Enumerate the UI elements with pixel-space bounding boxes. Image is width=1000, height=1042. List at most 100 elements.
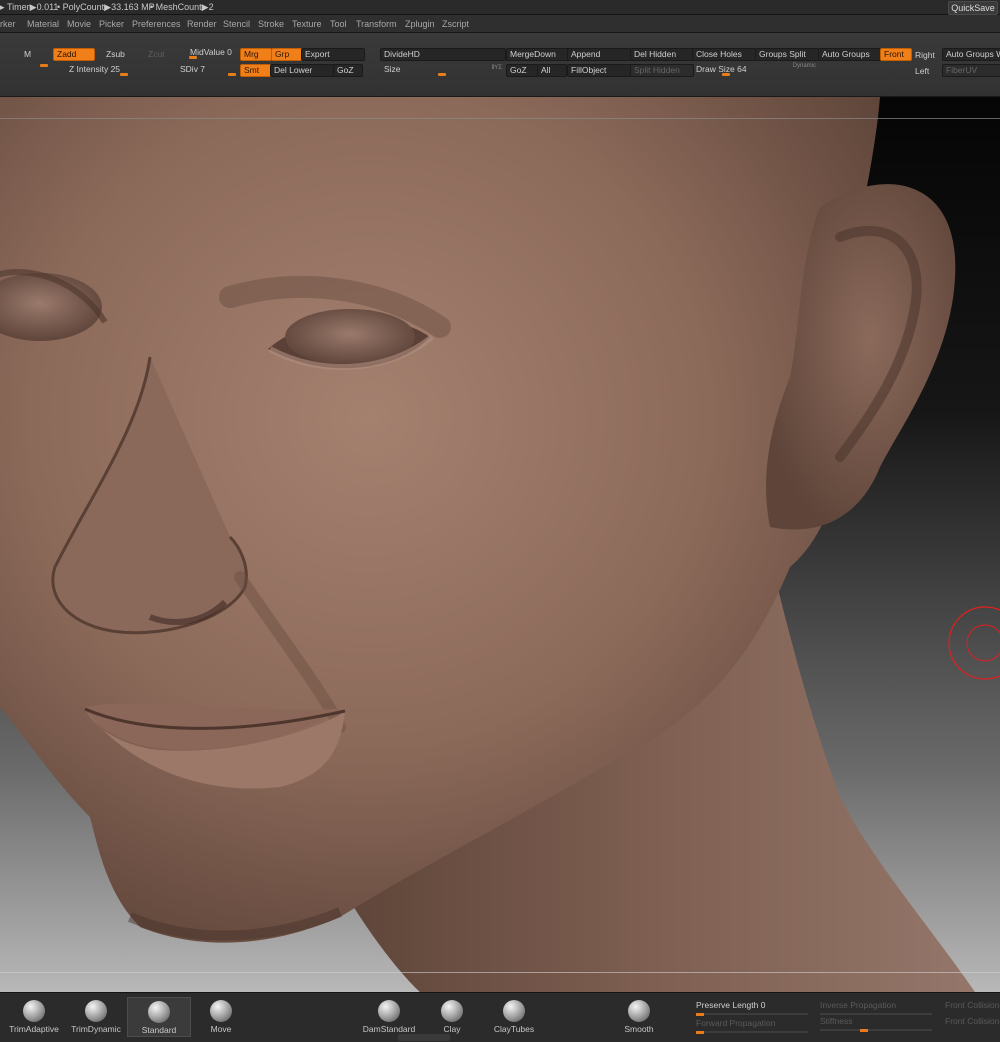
brush-smooth[interactable]: Smooth — [607, 997, 671, 1037]
auto-groups-button[interactable]: Auto Groups — [818, 48, 882, 61]
menu-item-stroke[interactable]: Stroke — [258, 19, 284, 29]
front-button[interactable]: Front — [880, 48, 912, 61]
brush-trimadaptive[interactable]: TrimAdaptive — [2, 997, 66, 1037]
slider-track — [696, 1013, 808, 1015]
menu-item-zscript[interactable]: Zscript — [442, 19, 469, 29]
brush-cursor-inner — [966, 624, 1000, 662]
brush-label: Move — [210, 1024, 232, 1034]
quicksave-button[interactable]: QuickSave — [948, 1, 998, 15]
brush-claytubes[interactable]: ClayTubes — [482, 997, 546, 1037]
dynamic-label[interactable]: Dynamic — [793, 63, 816, 69]
zcut-button[interactable]: Zcut — [148, 49, 165, 59]
dividehd-button[interactable]: DivideHD — [380, 48, 506, 61]
menu-item-picker[interactable]: Picker — [99, 19, 124, 29]
status-polycount: • PolyCount▶33.163 MP — [57, 2, 155, 12]
brush-move[interactable]: Move — [189, 997, 253, 1037]
right-button[interactable]: Right — [915, 50, 935, 60]
mrg-button[interactable]: Mrg — [240, 48, 272, 61]
all-button[interactable]: All — [537, 64, 567, 77]
slider-track — [696, 1031, 808, 1033]
menu-item-tool[interactable]: Tool — [330, 19, 347, 29]
slider-thumb — [696, 1013, 704, 1016]
brush-label: TrimAdaptive — [9, 1024, 59, 1034]
slider-thumb — [120, 73, 128, 76]
brush-label: TrimDynamic — [71, 1024, 121, 1034]
brush-label: Standard — [141, 1025, 177, 1035]
front-collision-slider[interactable]: Front Collision — [945, 1000, 1000, 1012]
stiffness-label: Stiffness — [820, 1016, 853, 1026]
slider-thumb — [40, 64, 48, 67]
size-slider[interactable]: Size ⅡΥΣ — [380, 63, 504, 77]
preserve-length-slider[interactable]: Preserve Length 0 — [696, 1000, 808, 1016]
menu-item-transform[interactable]: Transform — [356, 19, 397, 29]
brush-icon — [148, 1001, 170, 1023]
front-collision-slider-2[interactable]: Front Collision — [945, 1016, 1000, 1028]
front-collision-label: Front Collision — [945, 1000, 1000, 1010]
split-hidden-button[interactable]: Split Hidden — [630, 64, 694, 77]
shelf-collapse-handle[interactable] — [398, 1034, 450, 1041]
auto-groups-with-uv-button[interactable]: Auto Groups W — [942, 48, 1000, 61]
brush-icon — [441, 1000, 463, 1022]
menu-item-zplugin[interactable]: Zplugin — [405, 19, 435, 29]
brush-cursor-outer — [948, 606, 1000, 680]
slider-thumb — [696, 1031, 704, 1034]
fiberuv-button[interactable]: FiberUV — [942, 64, 1000, 77]
grp-button[interactable]: Grp — [271, 48, 303, 61]
slider-thumb — [228, 73, 236, 76]
top-toolbar: M Zadd Zsub Zcut Z Intensity 25 MidValue… — [0, 33, 1000, 97]
canvas-border-top — [0, 118, 1000, 119]
brush-standard[interactable]: Standard — [127, 997, 191, 1037]
slider-thumb — [722, 73, 730, 76]
export-button[interactable]: Export — [301, 48, 365, 61]
forward-propagation-label: Forward Propagation — [696, 1018, 776, 1028]
menu-item-material[interactable]: Material — [27, 19, 59, 29]
del-lower-button[interactable]: Del Lower — [270, 64, 334, 77]
m-toggle[interactable]: M — [24, 49, 31, 59]
z-intensity-slider[interactable]: Z Intensity 25 — [60, 63, 188, 77]
stiffness-slider[interactable]: Stiffness — [820, 1016, 932, 1032]
sculpt-render — [0, 97, 1000, 992]
zsub-button[interactable]: Zsub — [106, 49, 125, 59]
canvas-viewport[interactable] — [0, 97, 1000, 992]
menu-item-movie[interactable]: Movie — [67, 19, 91, 29]
brush-icon — [503, 1000, 525, 1022]
midvalue-slider[interactable]: MidValue 0 — [186, 46, 238, 60]
draw-size-slider[interactable]: Draw Size 64 Dynamic — [692, 63, 818, 77]
brush-trimdynamic[interactable]: TrimDynamic — [64, 997, 128, 1037]
sdiv-slider[interactable]: SDiv 7 — [176, 63, 238, 77]
status-bar: ▸ Timer▶0.011 • PolyCount▶33.163 MP • Me… — [0, 0, 1000, 15]
menu-item-render[interactable]: Render — [187, 19, 217, 29]
close-holes-button[interactable]: Close Holes — [692, 48, 756, 61]
brush-clay[interactable]: Clay — [420, 997, 484, 1037]
slider-thumb — [189, 56, 197, 59]
brush-icon — [628, 1000, 650, 1022]
append-button[interactable]: Append — [567, 48, 631, 61]
brush-label: Smooth — [624, 1024, 654, 1034]
menu-item-marker[interactable]: rker — [0, 19, 16, 29]
front-collision-label-2: Front Collision — [945, 1016, 1000, 1026]
preserve-length-label: Preserve Length 0 — [696, 1000, 766, 1010]
del-hidden-button[interactable]: Del Hidden — [630, 48, 694, 61]
brush-damstandard[interactable]: DamStandard — [357, 997, 421, 1037]
canvas-border-bottom — [0, 972, 1000, 973]
bottom-shelf: TrimAdaptive TrimDynamic Standard Move D… — [0, 992, 1000, 1042]
inverse-propagation-slider[interactable]: Inverse Propagation — [820, 1000, 932, 1015]
menu-item-texture[interactable]: Texture — [292, 19, 322, 29]
menu-item-stencil[interactable]: Stencil — [223, 19, 250, 29]
groups-split-button[interactable]: Groups Split — [755, 48, 819, 61]
fillobject-button[interactable]: FillObject — [567, 64, 631, 77]
size-label: Size — [384, 64, 401, 74]
zadd-button[interactable]: Zadd — [53, 48, 95, 61]
left-button[interactable]: Left — [915, 66, 929, 76]
sdiv-label: SDiv 7 — [180, 64, 206, 74]
goz-button[interactable]: GoZ — [333, 64, 363, 77]
mergedown-button[interactable]: MergeDown — [506, 48, 570, 61]
status-arrow: ▸ — [0, 2, 5, 12]
brush-icon — [85, 1000, 107, 1022]
slider-thumb — [438, 73, 446, 76]
goz-all-button[interactable]: GoZ — [506, 64, 538, 77]
forward-propagation-slider[interactable]: Forward Propagation — [696, 1018, 808, 1034]
menu-item-preferences[interactable]: Preferences — [132, 19, 181, 29]
brush-label: Clay — [443, 1024, 461, 1034]
smt-button[interactable]: Smt — [240, 64, 272, 77]
